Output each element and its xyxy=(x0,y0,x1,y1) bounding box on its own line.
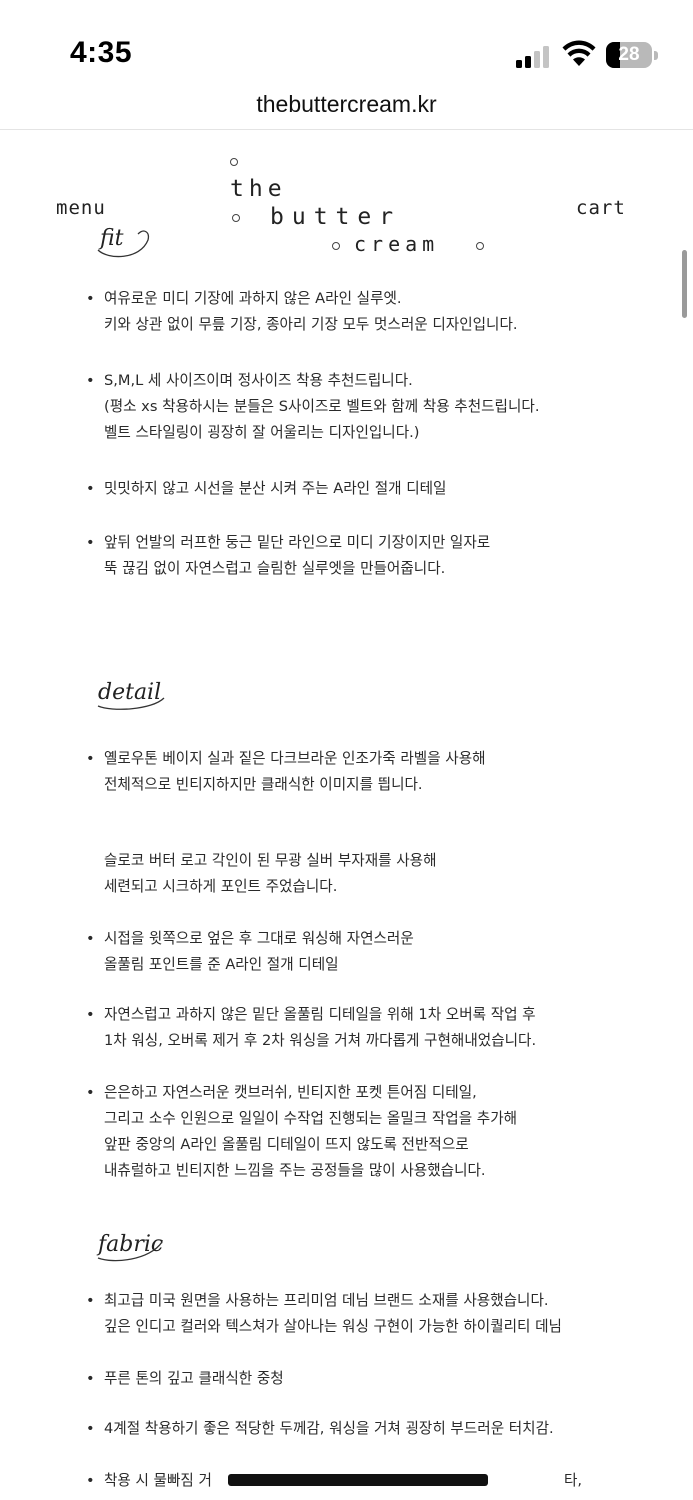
logo-butter: butter xyxy=(270,204,402,230)
logo-dot xyxy=(332,242,340,250)
wifi-icon xyxy=(562,40,596,66)
site-logo[interactable]: the butter cream xyxy=(226,152,496,262)
section-label-fabric: fabric xyxy=(97,1232,163,1262)
logo-dot xyxy=(230,158,238,166)
battery-icon: 28 xyxy=(606,42,658,68)
logo-cream: cream xyxy=(354,232,440,256)
logo-the: the xyxy=(230,176,287,202)
battery-level: 28 xyxy=(618,44,640,65)
redaction-mark xyxy=(228,1474,488,1486)
section-label-detail: detail xyxy=(97,680,165,710)
cart-link[interactable]: cart xyxy=(576,197,626,219)
script-flourish-icon xyxy=(97,230,150,258)
signal-icon xyxy=(516,46,556,68)
section-label-fit: fit xyxy=(97,226,150,258)
toolbar-divider xyxy=(0,129,693,130)
logo-dot xyxy=(476,242,484,250)
menu-link[interactable]: menu xyxy=(56,197,106,219)
status-time: 4:35 xyxy=(70,36,133,69)
logo-dot xyxy=(232,214,240,222)
address-bar[interactable]: thebuttercream.kr xyxy=(0,86,693,130)
page-scrollbar[interactable] xyxy=(682,250,687,318)
detail-paragraph: 세련되고 시크하게 포인트 주었습니다. xyxy=(104,878,338,895)
status-bar: 4:35 28 xyxy=(0,0,693,80)
detail-paragraph: 슬로코 버터 로고 각인이 된 무광 실버 부자재를 사용해 xyxy=(104,852,437,869)
script-flourish-icon xyxy=(97,1241,163,1262)
script-flourish-icon xyxy=(97,697,165,710)
